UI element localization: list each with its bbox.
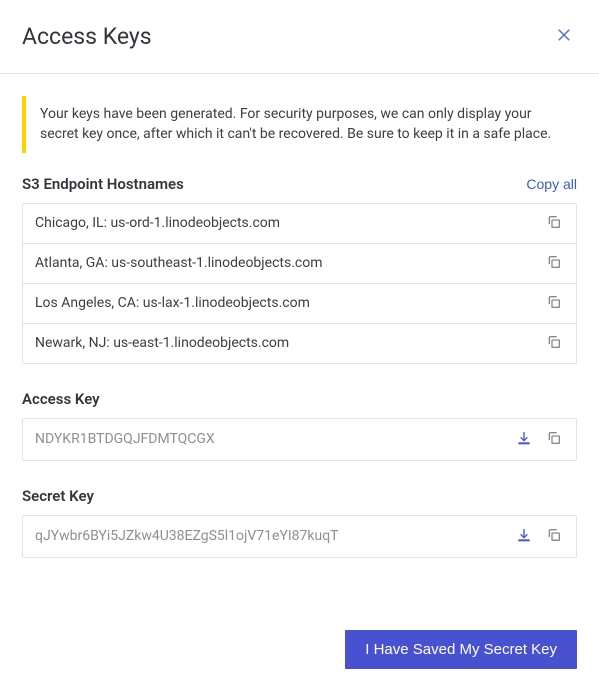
copy-icon <box>546 214 562 233</box>
modal-title: Access Keys <box>22 23 152 50</box>
access-key-actions <box>504 428 564 451</box>
download-secret-key-button[interactable] <box>514 525 534 548</box>
endpoint-text: Newark, NJ: us-east-1.linodeobjects.com <box>35 335 289 351</box>
copy-icon <box>546 294 562 313</box>
copy-secret-key-button[interactable] <box>544 525 564 548</box>
endpoint-text: Los Angeles, CA: us-lax-1.linodeobjects.… <box>35 295 310 311</box>
modal-header: Access Keys <box>0 0 599 74</box>
modal-body: Your keys have been generated. For secur… <box>0 74 599 606</box>
endpoint-row: Newark, NJ: us-east-1.linodeobjects.com <box>23 324 576 363</box>
access-key-section: Access Key NDYKR1BTDGQJFDMTQCGX <box>22 390 577 461</box>
secret-key-label: Secret Key <box>22 487 577 505</box>
copy-endpoint-button[interactable] <box>544 292 564 315</box>
secret-key-box: qJYwbr6BYi5JZkw4U38EZgS5l1ojV71eYI87kuqT <box>22 515 577 558</box>
endpoint-row: Los Angeles, CA: us-lax-1.linodeobjects.… <box>23 284 576 324</box>
copy-endpoint-button[interactable] <box>544 212 564 235</box>
endpoint-text: Chicago, IL: us-ord-1.linodeobjects.com <box>35 215 280 231</box>
copy-access-key-button[interactable] <box>544 428 564 451</box>
secret-key-section: Secret Key qJYwbr6BYi5JZkw4U38EZgS5l1ojV… <box>22 487 577 558</box>
close-icon <box>555 26 573 47</box>
copy-endpoint-button[interactable] <box>544 332 564 355</box>
endpoints-header: S3 Endpoint Hostnames Copy all <box>22 175 577 193</box>
confirm-saved-button[interactable]: I Have Saved My Secret Key <box>345 630 577 669</box>
access-key-label: Access Key <box>22 390 577 408</box>
copy-icon <box>546 334 562 353</box>
endpoints-title: S3 Endpoint Hostnames <box>22 175 184 193</box>
endpoint-row: Chicago, IL: us-ord-1.linodeobjects.com <box>23 204 576 244</box>
warning-banner: Your keys have been generated. For secur… <box>22 96 577 153</box>
access-key-box: NDYKR1BTDGQJFDMTQCGX <box>22 418 577 461</box>
copy-all-button[interactable]: Copy all <box>526 176 577 192</box>
close-button[interactable] <box>551 22 577 51</box>
copy-icon <box>546 527 562 546</box>
endpoint-row: Atlanta, GA: us-southeast-1.linodeobject… <box>23 244 576 284</box>
download-icon <box>516 430 532 449</box>
copy-endpoint-button[interactable] <box>544 252 564 275</box>
download-access-key-button[interactable] <box>514 428 534 451</box>
secret-key-actions <box>504 525 564 548</box>
access-key-value: NDYKR1BTDGQJFDMTQCGX <box>35 431 504 447</box>
copy-icon <box>546 430 562 449</box>
endpoint-list: Chicago, IL: us-ord-1.linodeobjects.com … <box>22 203 577 364</box>
endpoint-text: Atlanta, GA: us-southeast-1.linodeobject… <box>35 255 323 271</box>
modal-footer: I Have Saved My Secret Key <box>0 630 599 691</box>
copy-icon <box>546 254 562 273</box>
warning-text: Your keys have been generated. For secur… <box>40 104 563 145</box>
secret-key-value: qJYwbr6BYi5JZkw4U38EZgS5l1ojV71eYI87kuqT <box>35 528 504 544</box>
download-icon <box>516 527 532 546</box>
